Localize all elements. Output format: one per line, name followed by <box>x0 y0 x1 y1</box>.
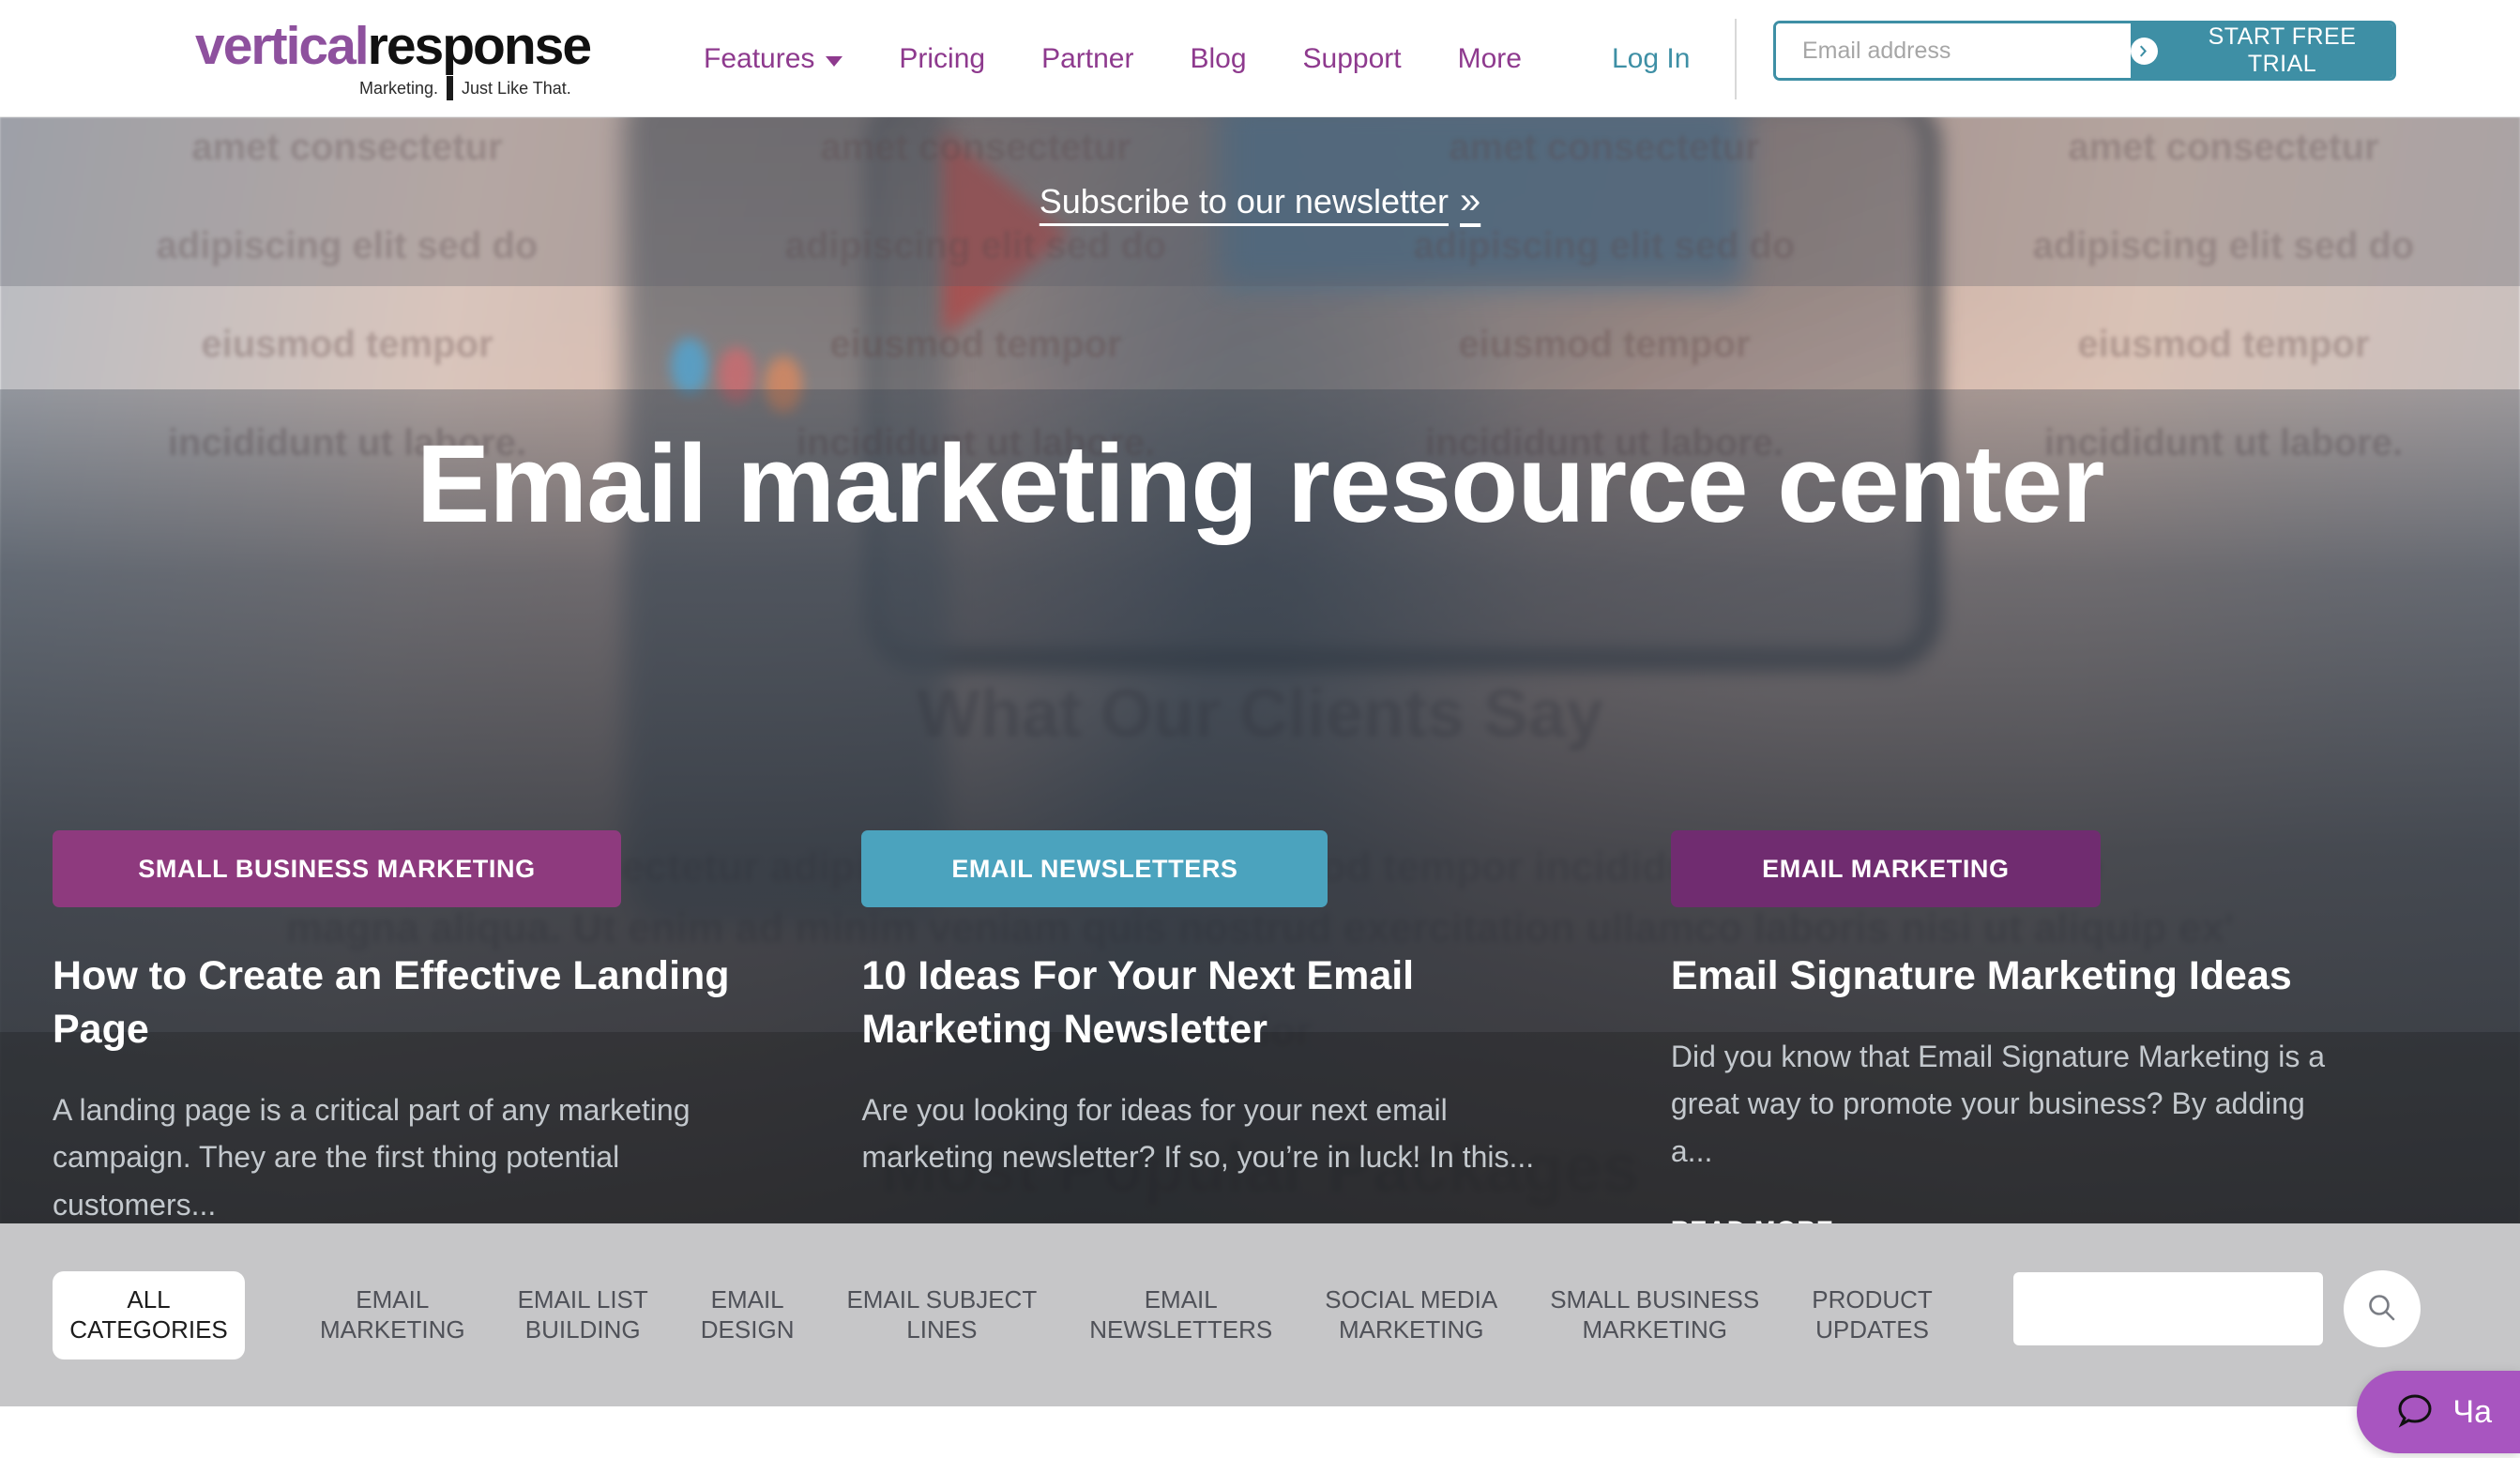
article-title[interactable]: 10 Ideas For Your Next Email Marketing N… <box>861 949 1557 1056</box>
article-card-list: SMALL BUSINESS MARKETING How to Create a… <box>0 830 2520 1223</box>
filter-tab-email-newsletters[interactable]: EMAIL NEWSLETTERS <box>1063 1285 1298 1344</box>
chat-bubble-icon <box>2394 1390 2436 1435</box>
nav-item-blog-label: Blog <box>1190 42 1247 74</box>
search-icon <box>2366 1292 2398 1327</box>
login-link[interactable]: Log In <box>1612 0 1690 117</box>
double-chevron-right-icon: » <box>1459 180 1481 221</box>
logo-word-response: response <box>367 16 592 76</box>
free-trial-signup-group: START FREE TRIAL <box>1773 21 2396 81</box>
email-field[interactable] <box>1776 23 2131 78</box>
page-body-below-filter <box>0 1406 2520 1458</box>
category-badge-small-business-marketing[interactable]: SMALL BUSINESS MARKETING <box>53 830 621 907</box>
filter-tab-social-media-marketing[interactable]: SOCIAL MEDIA MARKETING <box>1298 1285 1524 1344</box>
subscribe-bar: Subscribe to our newsletter » <box>0 117 2520 286</box>
nav-item-partner-label: Partner <box>1041 42 1134 74</box>
chat-widget-button[interactable]: Ча <box>2357 1371 2520 1453</box>
search-button[interactable] <box>2344 1270 2421 1347</box>
header-divider <box>1735 19 1737 99</box>
ghost-line: eiusmod tempor <box>2077 324 2370 365</box>
article-card: EMAIL MARKETING Email Signature Marketin… <box>1670 830 2467 1223</box>
read-more-label: READ MORE <box>1671 1216 1834 1223</box>
filter-tab-list: EMAIL MARKETING EMAIL LIST BUILDING EMAI… <box>294 1285 1959 1344</box>
logo-word-vertical: vertical <box>195 16 370 76</box>
chevron-right-icon: › <box>1857 1214 1868 1223</box>
nav-item-partner[interactable]: Partner <box>1041 43 1133 75</box>
logo-tagline-divider <box>447 76 454 100</box>
logo-tagline-left: Marketing. <box>359 78 439 98</box>
start-free-trial-button[interactable]: START FREE TRIAL <box>2131 23 2393 78</box>
article-excerpt: A landing page is a critical part of any… <box>53 1092 691 1222</box>
chevron-right-circle-icon <box>2131 37 2158 65</box>
article-title[interactable]: How to Create an Effective Landing Page <box>53 949 749 1056</box>
logo-tagline-right: Just Like That. <box>462 78 571 98</box>
ghost-line: eiusmod tempor <box>1458 324 1751 365</box>
nav-item-features-label: Features <box>704 42 815 74</box>
filter-tab-small-business-marketing[interactable]: SMALL BUSINESS MARKETING <box>1524 1285 1785 1344</box>
hero-section: amet consectetur adipiscing elit sed do … <box>0 117 2520 1223</box>
subscribe-newsletter-link[interactable]: Subscribe to our newsletter » <box>1040 182 1480 221</box>
nav-item-pricing-label: Pricing <box>899 42 986 74</box>
category-badge-email-marketing[interactable]: EMAIL MARKETING <box>1670 830 2101 907</box>
logo-tagline: Marketing. Just Like That. <box>359 76 636 100</box>
filter-tab-email-marketing[interactable]: EMAIL MARKETING <box>294 1285 492 1344</box>
top-navigation-bar: verticalresponse Marketing. Just Like Th… <box>0 0 2520 117</box>
article-excerpt: Did you know that Email Signature Market… <box>1670 1039 2326 1168</box>
site-logo[interactable]: verticalresponse Marketing. Just Like Th… <box>195 13 636 107</box>
start-free-trial-label: START FREE TRIAL <box>2208 23 2357 77</box>
nav-item-blog[interactable]: Blog <box>1190 43 1246 75</box>
main-nav-links: Features Pricing Partner Blog Support Mo… <box>704 0 1522 117</box>
filter-tab-email-subject-lines[interactable]: EMAIL SUBJECT LINES <box>820 1285 1063 1344</box>
subscribe-newsletter-label: Subscribe to our newsletter <box>1039 182 1449 220</box>
filter-tab-all-categories[interactable]: ALL CATEGORIES <box>53 1270 245 1359</box>
article-card: SMALL BUSINESS MARKETING How to Create a… <box>53 830 861 1223</box>
page-title: Email marketing resource center <box>416 422 2105 546</box>
search-input[interactable] <box>2013 1272 2323 1345</box>
filter-tab-email-list-building[interactable]: EMAIL LIST BUILDING <box>492 1285 675 1344</box>
filter-tab-product-updates[interactable]: PRODUCT UPDATES <box>1785 1285 1959 1344</box>
nav-item-more[interactable]: More <box>1458 43 1522 75</box>
chevron-down-icon <box>826 55 843 67</box>
nav-item-pricing[interactable]: Pricing <box>899 43 985 75</box>
category-filter-bar: ALL CATEGORIES EMAIL MARKETING EMAIL LIS… <box>0 1223 2520 1406</box>
blog-search-group <box>2013 1270 2421 1347</box>
article-excerpt: Are you looking for ideas for your next … <box>861 1092 1535 1175</box>
article-title[interactable]: Email Signature Marketing Ideas <box>1671 949 2355 1003</box>
ghost-line: eiusmod tempor <box>829 324 1122 365</box>
category-badge-email-newsletters[interactable]: EMAIL NEWSLETTERS <box>861 830 1328 907</box>
ghost-line: eiusmod tempor <box>201 324 493 365</box>
article-card: EMAIL NEWSLETTERS 10 Ideas For Your Next… <box>861 830 1670 1223</box>
chat-widget-label: Ча <box>2452 1393 2492 1430</box>
nav-item-features[interactable]: Features <box>704 43 843 75</box>
filter-tab-email-design[interactable]: EMAIL DESIGN <box>675 1285 821 1344</box>
read-more-link[interactable]: READ MORE › <box>1671 1214 1868 1223</box>
logo-wordmark: verticalresponse <box>195 20 636 73</box>
nav-item-support-label: Support <box>1302 42 1402 74</box>
nav-item-more-label: More <box>1457 42 1522 74</box>
nav-item-support[interactable]: Support <box>1303 43 1402 75</box>
